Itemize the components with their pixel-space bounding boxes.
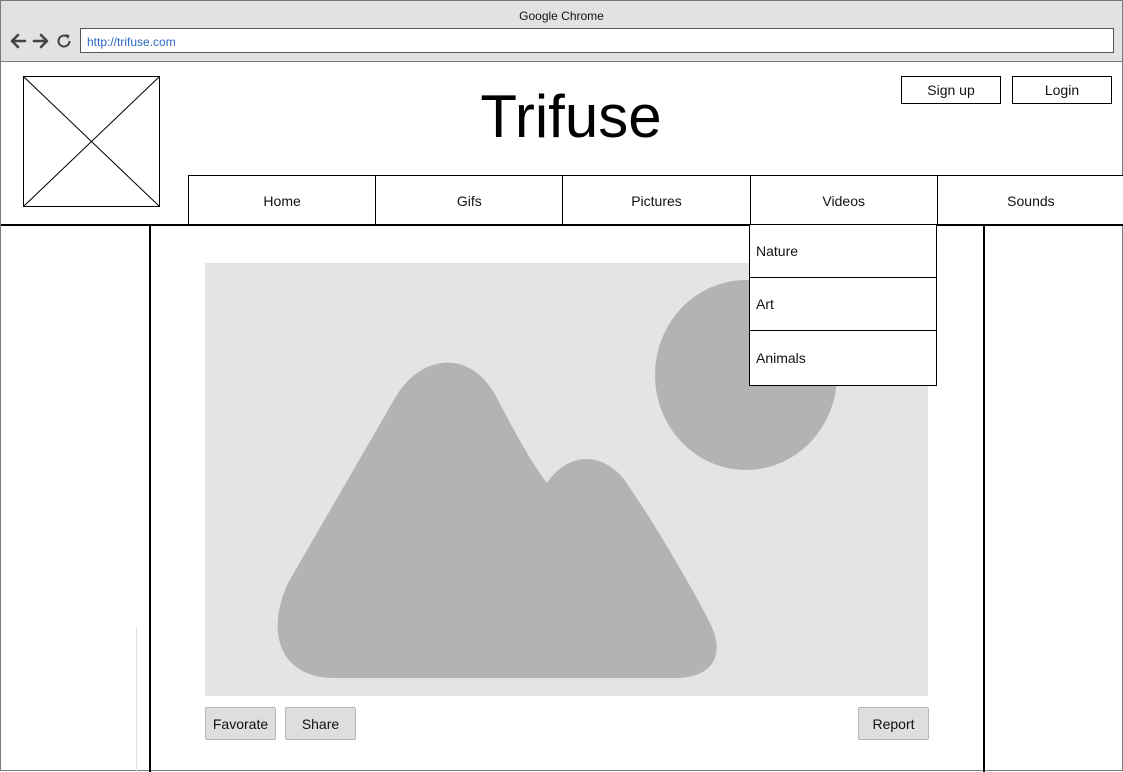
header-divider xyxy=(1,224,1123,226)
login-button[interactable]: Login xyxy=(1012,76,1112,104)
nav-home[interactable]: Home xyxy=(189,176,377,225)
browser-toolbar: Google Chrome http://trifuse.com xyxy=(1,1,1122,62)
left-column-divider xyxy=(149,225,151,772)
browser-window: Google Chrome http://trifuse.com Trifuse… xyxy=(0,0,1123,772)
nav-gifs[interactable]: Gifs xyxy=(376,176,564,225)
dropdown-item-art[interactable]: Art xyxy=(750,278,936,331)
nav-sounds[interactable]: Sounds xyxy=(937,176,1123,225)
nav-pictures[interactable]: Pictures xyxy=(563,176,751,225)
main-nav: Home Gifs Pictures Videos Sounds xyxy=(188,175,1123,225)
dropdown-item-nature[interactable]: Nature xyxy=(750,225,936,278)
share-button[interactable]: Share xyxy=(285,707,356,740)
dropdown-item-animals[interactable]: Animals xyxy=(750,331,936,384)
videos-dropdown-menu: Nature Art Animals xyxy=(749,225,937,386)
address-bar[interactable]: http://trifuse.com xyxy=(80,28,1114,53)
favorite-button[interactable]: Favorate xyxy=(205,707,276,740)
right-column-divider xyxy=(983,225,985,772)
scroll-track xyxy=(136,627,137,772)
signup-button[interactable]: Sign up xyxy=(901,76,1001,104)
report-button[interactable]: Report xyxy=(858,707,929,740)
arrow-right-icon[interactable] xyxy=(31,31,51,51)
image-placeholder-icon xyxy=(23,76,160,207)
arrow-left-icon[interactable] xyxy=(8,31,28,51)
url-text: http://trifuse.com xyxy=(87,35,176,49)
site-title: Trifuse xyxy=(480,83,662,150)
reload-icon[interactable] xyxy=(54,31,74,51)
window-title: Google Chrome xyxy=(519,9,604,23)
nav-videos[interactable]: Videos xyxy=(750,176,938,225)
